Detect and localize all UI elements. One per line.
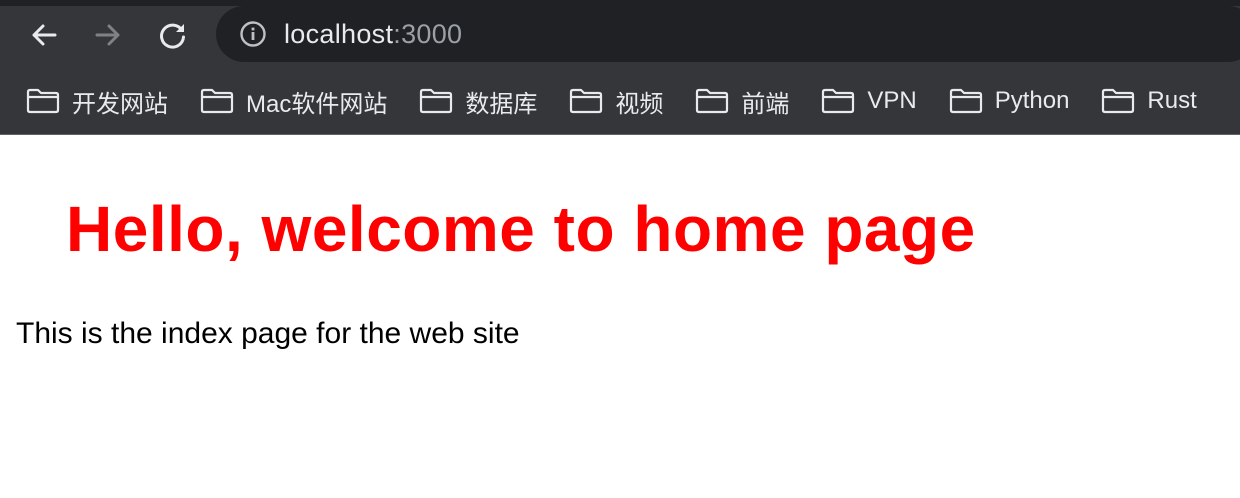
- bookmark-folder-python[interactable]: Python: [943, 79, 1076, 123]
- bookmark-folder-frontend[interactable]: 前端: [689, 79, 795, 123]
- reload-button[interactable]: [153, 15, 193, 55]
- bookmark-folder-mac-software[interactable]: Mac软件网站: [194, 79, 393, 123]
- url-text[interactable]: localhost:3000: [284, 19, 462, 50]
- folder-icon: [26, 88, 60, 114]
- bookmark-folder-rust[interactable]: Rust: [1095, 79, 1202, 123]
- bookmark-folder-database[interactable]: 数据库: [413, 79, 543, 123]
- bookmark-label: Python: [994, 87, 1070, 114]
- forward-button[interactable]: [88, 15, 128, 55]
- bookmark-folder-vpn[interactable]: VPN: [815, 79, 922, 123]
- reload-icon: [158, 20, 188, 50]
- arrow-left-icon: [29, 20, 59, 50]
- info-icon[interactable]: [238, 19, 268, 49]
- arrow-right-icon: [93, 20, 123, 50]
- bookmark-label: 数据库: [465, 90, 538, 118]
- bookmark-label: VPN: [867, 87, 917, 114]
- bookmark-label: Rust: [1147, 87, 1197, 114]
- address-bar[interactable]: localhost:3000: [216, 6, 1240, 62]
- browser-chrome: localhost:3000 开发网站 Mac软件网站 数据库 视频 前端 VP…: [0, 0, 1240, 135]
- folder-icon: [200, 88, 234, 114]
- bookmarks-bar: 开发网站 Mac软件网站 数据库 视频 前端 VPN Python Rust: [0, 70, 1240, 132]
- folder-icon: [949, 88, 983, 114]
- folder-icon: [821, 88, 855, 114]
- bookmark-label: Mac软件网站: [246, 90, 388, 118]
- page-viewport: Hello, welcome to home page This is the …: [0, 136, 1240, 498]
- page-heading: Hello, welcome to home page: [66, 193, 976, 265]
- folder-icon: [695, 88, 729, 114]
- folder-icon: [1101, 88, 1135, 114]
- url-host: localhost: [284, 18, 394, 49]
- browser-toolbar: localhost:3000: [0, 6, 1240, 64]
- bookmark-folder-video[interactable]: 视频: [563, 79, 669, 123]
- page-paragraph: This is the index page for the web site: [16, 317, 520, 350]
- back-button[interactable]: [24, 15, 64, 55]
- bookmark-folder-dev-sites[interactable]: 开发网站: [20, 79, 174, 123]
- folder-icon: [569, 88, 603, 114]
- bookmark-label: 视频: [615, 90, 664, 118]
- bookmark-label: 开发网站: [72, 90, 168, 118]
- folder-icon: [419, 88, 453, 114]
- url-port: :3000: [393, 18, 463, 49]
- bookmark-label: 前端: [741, 90, 790, 118]
